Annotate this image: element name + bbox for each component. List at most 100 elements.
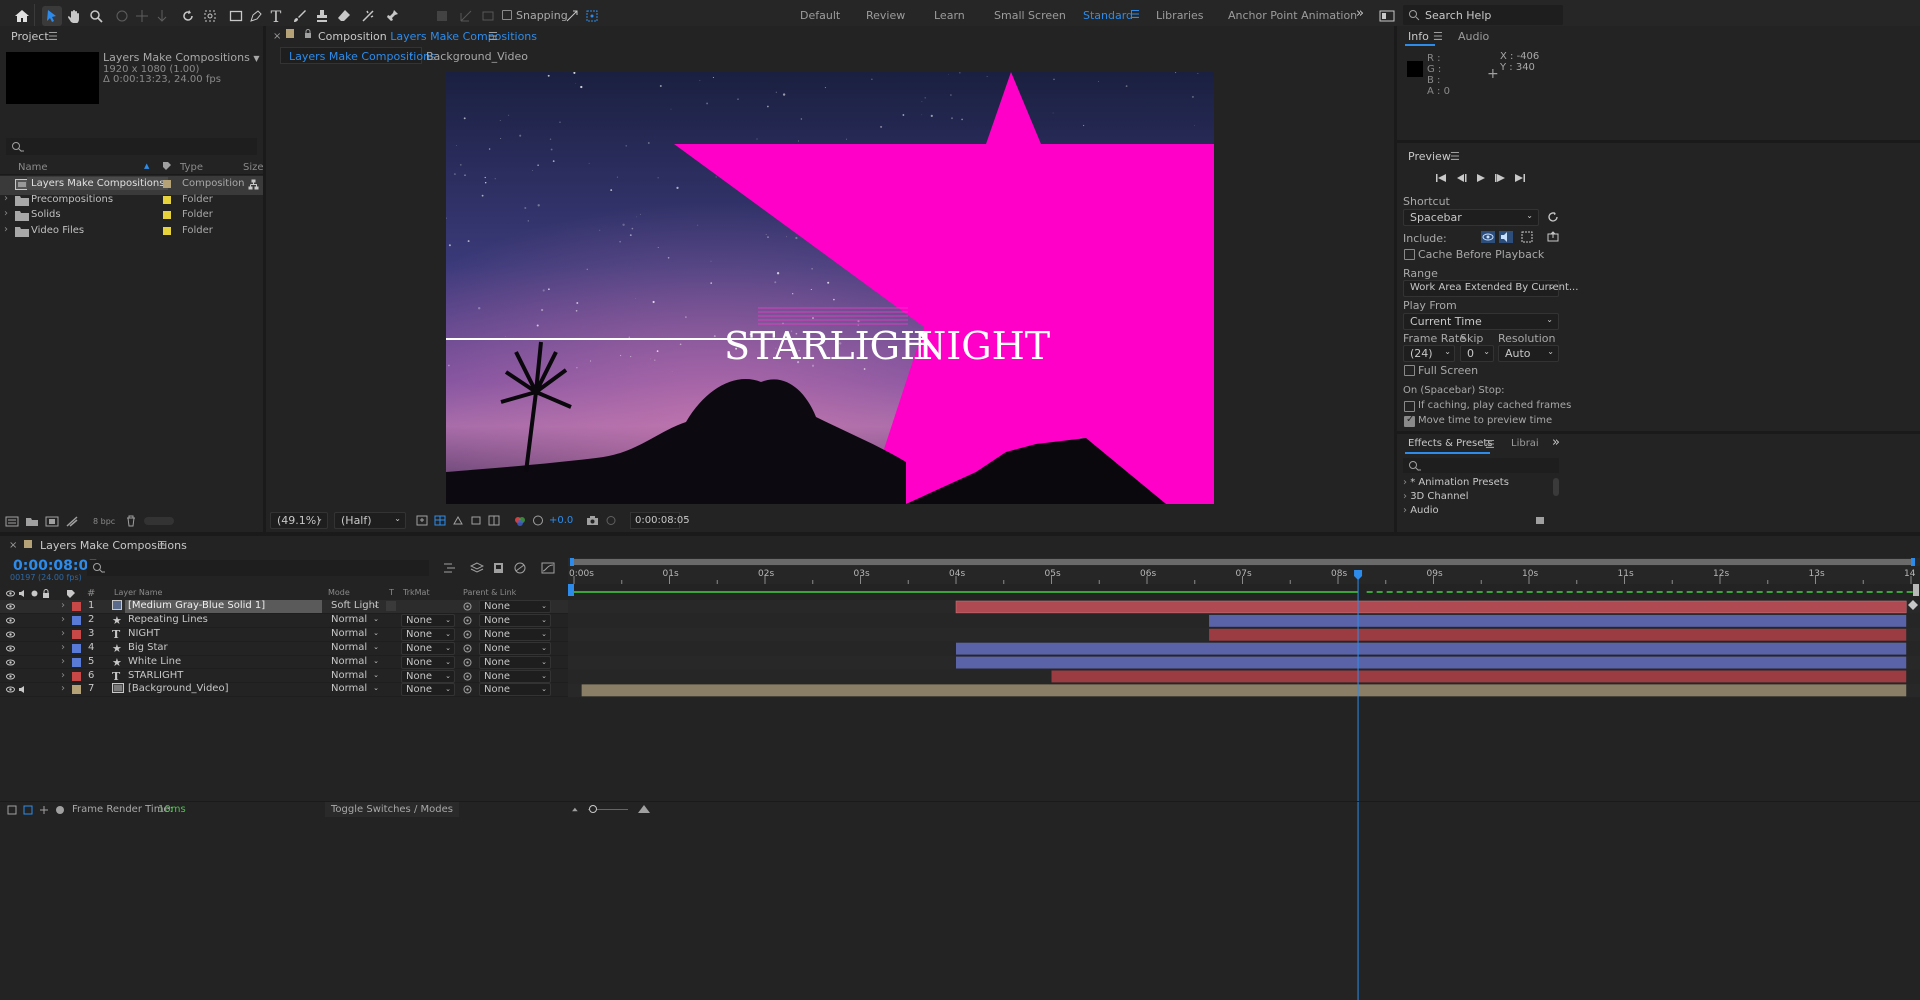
breadcrumb-footage[interactable]: Background_Video <box>426 50 528 63</box>
blend-mode-dropdown[interactable]: Normal ⌄ <box>328 628 382 641</box>
show-snapshot-icon[interactable] <box>605 515 617 526</box>
chevron-right-icon[interactable]: › <box>4 193 8 204</box>
audio-speaker-icon[interactable] <box>18 685 27 694</box>
pickwhip-icon[interactable] <box>463 658 472 667</box>
layer-row[interactable]: › 2 ★ Repeating Lines Normal ⌄ None ⌄ None ⌄ <box>0 613 568 628</box>
include-overlays-icon[interactable] <box>1521 231 1533 243</box>
rotation-tool-icon[interactable] <box>178 6 198 26</box>
layer-name[interactable]: NIGHT <box>125 628 163 641</box>
bpc-label[interactable]: 8 bpc <box>93 517 115 526</box>
parent-dropdown[interactable]: None ⌄ <box>479 669 551 683</box>
channel-icon[interactable] <box>514 515 526 526</box>
resolution-preview-dropdown[interactable]: Auto ⌄ <box>1498 345 1559 362</box>
dolly-camera-icon[interactable] <box>152 6 172 26</box>
layer-label-color[interactable] <box>72 671 81 681</box>
workspace-anchor-point[interactable]: Anchor Point Animation <box>1228 9 1357 22</box>
layer-duration-bar[interactable] <box>1209 614 1907 627</box>
layer-duration-bar[interactable] <box>956 656 1907 669</box>
mask-visibility-icon[interactable] <box>452 515 464 526</box>
info-menu-icon[interactable]: ☰ <box>1433 30 1443 43</box>
draft-3d-icon[interactable] <box>470 562 484 574</box>
layer-name[interactable]: Repeating Lines <box>125 614 211 627</box>
shortcut-dropdown[interactable]: Spacebar ⌄ <box>1403 209 1539 226</box>
include-video-icon[interactable] <box>1481 231 1495 243</box>
layer-row[interactable]: › 3 T NIGHT Normal ⌄ None ⌄ None ⌄ <box>0 627 568 642</box>
trkmat-dropdown[interactable]: None ⌄ <box>401 627 455 641</box>
layer-row[interactable]: › 1 [Medium Gray-Blue Solid 1] Soft Light ⌄ N… <box>0 600 568 614</box>
expand-layer-icon[interactable]: › <box>61 642 65 653</box>
move-time-checkbox[interactable]: ✓ <box>1404 414 1415 427</box>
visibility-eye-icon[interactable] <box>6 659 15 666</box>
axis-world-icon[interactable] <box>456 6 476 26</box>
workspace-default[interactable]: Default <box>800 9 840 22</box>
full-screen-checkbox[interactable] <box>1404 365 1415 376</box>
external-monitor-icon[interactable] <box>1547 231 1559 243</box>
pickwhip-icon[interactable] <box>463 685 472 694</box>
blend-mode-dropdown[interactable]: Soft Light ⌄ <box>328 600 382 613</box>
layer-label-color[interactable] <box>72 615 81 625</box>
range-dropdown[interactable]: Work Area Extended By Current... ⌄ <box>1403 280 1578 297</box>
effects-scrollbar[interactable] <box>1553 478 1559 496</box>
effects-item[interactable]: › Audio <box>1403 505 1439 516</box>
new-folder-icon[interactable] <box>25 516 39 527</box>
in-out-pane-icon[interactable] <box>39 805 49 815</box>
fast-previews-icon[interactable] <box>416 515 428 526</box>
work-area-end-handle[interactable] <box>1911 558 1915 566</box>
snapping-checkbox[interactable] <box>502 10 512 20</box>
video-switch-icon[interactable] <box>6 590 15 597</box>
magnification-dropdown[interactable]: (49.1%) ⌄ <box>270 512 328 529</box>
cache-before-playback-checkbox[interactable] <box>1404 249 1415 260</box>
type-tool-icon[interactable]: T <box>266 6 286 26</box>
graph-editor-icon[interactable] <box>541 562 555 574</box>
search-help-field[interactable]: Search Help <box>1403 5 1563 25</box>
skip-dropdown[interactable]: 0 ⌄ <box>1460 345 1494 362</box>
timeline-menu-icon[interactable]: ☰ <box>157 539 167 552</box>
layer-duration-bar[interactable] <box>1051 670 1907 683</box>
frame-rate-dropdown[interactable]: (24) ⌄ <box>1403 345 1455 362</box>
selection-tool-icon[interactable] <box>42 6 62 26</box>
last-frame-icon[interactable] <box>1514 173 1526 183</box>
pickwhip-icon[interactable] <box>463 630 472 639</box>
color-management-icon[interactable] <box>532 515 544 526</box>
eraser-tool-icon[interactable] <box>334 6 354 26</box>
workspace-overflow-icon[interactable]: » <box>1356 6 1364 21</box>
solo-switch-icon[interactable] <box>31 590 38 597</box>
grid-guides-icon[interactable] <box>488 515 500 526</box>
rectangle-tool-icon[interactable] <box>226 6 246 26</box>
play-from-dropdown[interactable]: Current Time ⌄ <box>1403 313 1559 330</box>
lock-switch-icon[interactable] <box>42 589 50 598</box>
parent-dropdown[interactable]: None ⌄ <box>479 641 551 655</box>
workspace-small-screen[interactable]: Small Screen <box>994 9 1066 22</box>
label-column-icon[interactable] <box>66 589 76 599</box>
composition-menu-icon[interactable]: ☰ <box>488 30 498 43</box>
col-t[interactable]: T <box>389 588 394 597</box>
roto-brush-tool-icon[interactable] <box>358 6 378 26</box>
next-frame-icon[interactable] <box>1494 173 1506 183</box>
audio-switch-icon[interactable] <box>18 589 27 598</box>
visibility-eye-icon[interactable] <box>6 686 15 693</box>
pan-camera-icon[interactable] <box>132 6 152 26</box>
lock-icon[interactable] <box>304 29 312 39</box>
reset-icon[interactable] <box>1547 211 1559 223</box>
layer-row[interactable]: › 6 T STARLIGHT Normal ⌄ None ⌄ None ⌄ <box>0 669 568 684</box>
layer-duration-bar[interactable] <box>956 642 1907 655</box>
include-audio-icon[interactable] <box>1499 231 1513 243</box>
exposure-value[interactable]: +0.0 <box>549 515 573 526</box>
workspace-review[interactable]: Review <box>866 9 905 22</box>
timeline-search-input[interactable] <box>87 560 429 576</box>
expand-layer-icon[interactable]: › <box>61 614 65 625</box>
brush-tool-icon[interactable] <box>290 6 310 26</box>
pickwhip-icon[interactable] <box>463 602 472 611</box>
pickwhip-icon[interactable] <box>463 644 472 653</box>
timeline-graph-area[interactable]: 0:00s 01s 02s 03s 04s 05s 06s 07s 08s 09s 10s 11s 12… <box>568 556 1920 1000</box>
trkmat-dropdown[interactable]: None ⌄ <box>401 683 455 697</box>
new-composition-icon[interactable] <box>45 516 59 527</box>
blend-mode-dropdown[interactable]: Normal ⌄ <box>328 642 382 655</box>
close-timeline-tab-icon[interactable]: × <box>9 540 17 551</box>
interpret-footage-icon[interactable] <box>5 516 19 527</box>
layer-duration-bar[interactable] <box>1209 628 1907 641</box>
blend-mode-dropdown[interactable]: Normal ⌄ <box>328 683 382 696</box>
layer-label-color[interactable] <box>72 657 81 667</box>
resolution-dropdown[interactable]: (Half) ⌄ <box>334 512 406 529</box>
zoom-out-icon[interactable] <box>570 805 580 813</box>
